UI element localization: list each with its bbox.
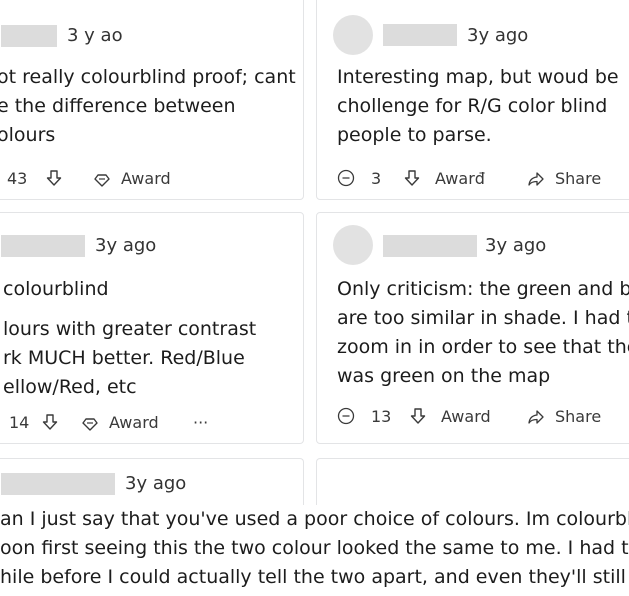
comment-line: rk MUCH better. Red/Blue bbox=[3, 347, 245, 369]
share-label: Share bbox=[555, 407, 602, 426]
comment-line: an I just say that you've used a poor ch… bbox=[0, 508, 629, 530]
award-label: Award bbox=[121, 169, 171, 188]
award-label: Awarđ bbox=[435, 169, 485, 188]
share-label: Share bbox=[555, 169, 602, 188]
share-icon bbox=[527, 170, 545, 188]
award-label: Award bbox=[441, 407, 491, 426]
comment-line: Only criticism: the green and b bbox=[337, 278, 629, 300]
award-button[interactable]: Awarđ bbox=[435, 169, 485, 188]
more-options-button[interactable]: ··· bbox=[193, 413, 208, 432]
downvote-button[interactable] bbox=[41, 413, 59, 431]
comment-text: Only criticism: the green and b are too … bbox=[337, 275, 629, 391]
comment-actions: 43 Award bbox=[7, 169, 297, 191]
comment-line: Interesting map, but woud be bbox=[337, 66, 619, 88]
comment-line: colourblind bbox=[3, 278, 109, 300]
comment-timestamp: 3y ago bbox=[95, 235, 157, 256]
comment-actions: 3 Awarđ Share bbox=[337, 169, 627, 191]
downvote-button[interactable] bbox=[45, 169, 63, 187]
comment-line: oon first seeing this the two colour loo… bbox=[0, 537, 629, 559]
award-button[interactable]: Award bbox=[81, 413, 159, 432]
redacted-username bbox=[1, 235, 85, 257]
arrow-down-icon bbox=[403, 169, 421, 187]
downvote-button[interactable] bbox=[409, 407, 427, 425]
comment-actions: 13 Award Share bbox=[337, 407, 627, 429]
comment-text: colourblind lours with greater contrast … bbox=[3, 275, 256, 402]
award-button[interactable]: Award bbox=[93, 169, 171, 188]
vote-count: 14 bbox=[9, 413, 30, 432]
vote-count: 3 bbox=[371, 169, 382, 188]
comment-line: ot really colourblind proof; cant bbox=[0, 66, 296, 88]
comment-line: ellow/Red, etc bbox=[3, 376, 137, 398]
arrow-down-icon bbox=[409, 407, 427, 425]
avatar bbox=[333, 225, 373, 265]
award-label: Award bbox=[109, 413, 159, 432]
minus-circle-icon bbox=[337, 169, 355, 187]
minus-circle-icon bbox=[337, 407, 355, 425]
comment-text: Interesting map, but woud be chollenge f… bbox=[337, 63, 619, 150]
comment-line: people to parse. bbox=[337, 124, 492, 146]
comment-line: e the difference between bbox=[0, 95, 236, 117]
redacted-username bbox=[1, 473, 115, 495]
downvote-button[interactable] bbox=[403, 169, 421, 187]
comment-actions: 14 Award ··· bbox=[9, 413, 299, 435]
collapse-button[interactable] bbox=[337, 169, 355, 187]
avatar bbox=[333, 15, 373, 55]
redacted-username bbox=[383, 24, 457, 46]
comment-line: was green on the map bbox=[337, 365, 551, 387]
comment-timestamp: 3y ago bbox=[125, 473, 187, 494]
collapse-button[interactable] bbox=[337, 407, 355, 425]
comment-line: olours bbox=[0, 124, 56, 146]
comment-card-1: 3 y ao ot really colourblind proof; cant… bbox=[0, 0, 304, 200]
share-button[interactable]: Share bbox=[527, 407, 601, 426]
comment-card-4: 3y ago Only criticism: the green and b a… bbox=[316, 212, 629, 444]
vote-count: 13 bbox=[371, 407, 392, 426]
comment-card-2: 3y ago Interesting map, but woud be chol… bbox=[316, 0, 629, 200]
share-icon bbox=[527, 408, 545, 426]
redacted-username bbox=[1, 25, 57, 47]
award-icon bbox=[81, 414, 99, 432]
comment-text: an I just say that you've used a poor ch… bbox=[0, 505, 629, 592]
comment-text: ot really colourblind proof; cant e the … bbox=[0, 63, 296, 150]
arrow-down-icon bbox=[45, 169, 63, 187]
award-icon bbox=[93, 170, 111, 188]
comment-line: hile before I could actually tell the tw… bbox=[0, 566, 629, 588]
comment-line: chollenge for R/G color blind bbox=[337, 95, 608, 117]
comment-timestamp: 3 y ao bbox=[67, 25, 123, 46]
redacted-username bbox=[383, 235, 477, 257]
vote-count: 43 bbox=[7, 169, 28, 188]
comment-card-3: 3y ago colourblind lours with greater co… bbox=[0, 212, 304, 444]
comment-timestamp: 3y ago bbox=[467, 25, 529, 46]
award-button[interactable]: Award bbox=[441, 407, 491, 426]
comment-line: zoom in in order to see that the bbox=[337, 336, 629, 358]
comment-line: lours with greater contrast bbox=[3, 318, 257, 340]
arrow-down-icon bbox=[41, 413, 59, 431]
comment-timestamp: 3y ago bbox=[485, 235, 547, 256]
share-button[interactable]: Share bbox=[527, 169, 601, 188]
comment-line: are too similar in shade. I had te bbox=[337, 307, 629, 329]
